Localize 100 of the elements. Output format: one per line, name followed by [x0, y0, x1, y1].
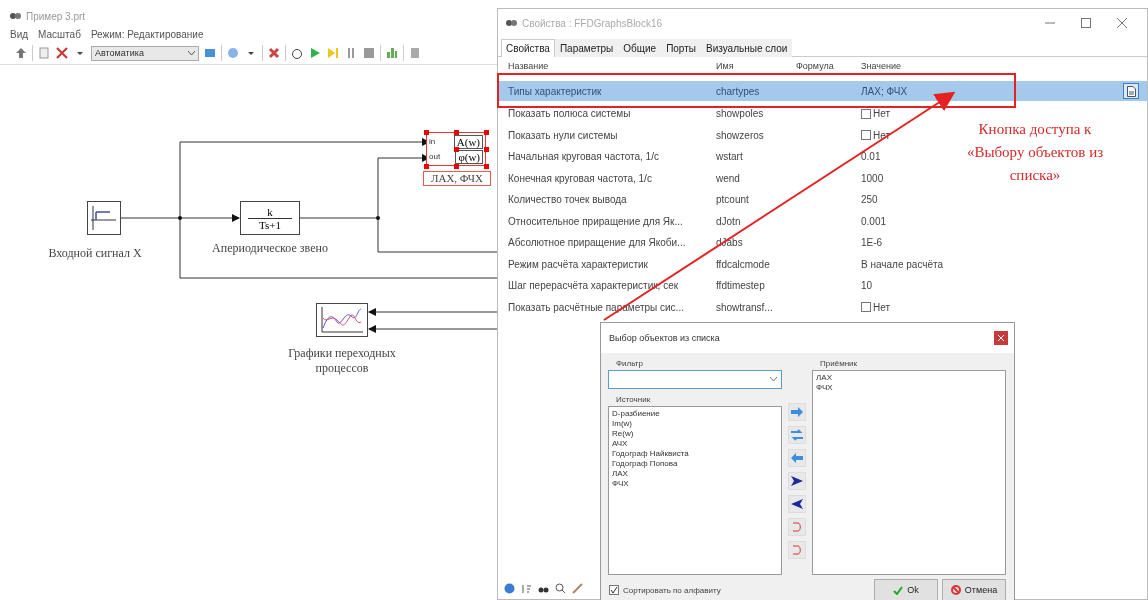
search-icon[interactable] [555, 582, 566, 594]
selection-handle[interactable] [454, 147, 459, 152]
plot-block[interactable] [316, 303, 368, 337]
menu-item[interactable]: Вид [10, 28, 29, 40]
grid-icon[interactable] [203, 46, 217, 60]
table-cell-text: chartypes [715, 85, 761, 97]
tab[interactable]: Параметры [554, 39, 619, 57]
table-cell-text: Показать полюса системы [507, 108, 632, 120]
stop-icon[interactable] [362, 46, 376, 60]
step-icon[interactable] [326, 46, 340, 60]
table-cell-text: showtransf... [715, 301, 774, 313]
list-item[interactable]: ЛАХ [816, 372, 1002, 383]
table-cell-text: showpoles [715, 108, 765, 120]
selection-handle[interactable] [454, 130, 459, 135]
list-item[interactable]: ЛАХ [612, 468, 779, 479]
list-button[interactable] [1123, 83, 1139, 99]
checkbox[interactable] [861, 108, 871, 119]
table-row[interactable]: Количество точек вывода ptcount 250 [498, 189, 976, 211]
list-item[interactable]: Im(w) [612, 418, 779, 429]
tab[interactable]: Визуальные слои [701, 39, 793, 57]
sort-icon[interactable] [521, 582, 532, 594]
selection-handle[interactable] [424, 164, 429, 169]
bar-chart-icon[interactable] [385, 46, 399, 60]
ok-button[interactable]: Ok [874, 579, 938, 600]
selection-handle[interactable] [484, 130, 489, 135]
table-cell-text: ptcount [715, 194, 750, 206]
list-item[interactable]: Re(w) [612, 428, 779, 439]
frequency-chart-block[interactable]: in A(w) out φ(w) [426, 132, 486, 166]
selection-handle[interactable] [454, 164, 459, 169]
denominator: Ts+1 [259, 218, 281, 231]
list-item[interactable]: Годограф Найквиста [612, 448, 779, 459]
list-item[interactable]: ФЧХ [612, 478, 779, 489]
table-cell-text: Показать нули системы [507, 129, 619, 141]
step-source-block[interactable] [87, 201, 121, 235]
field-label: Приёмник [819, 358, 859, 368]
field-label: Источник [615, 394, 652, 404]
table-row[interactable]: Режим расчёта характеристик ffdcalcmode В начале расчёта [498, 253, 976, 275]
list-item[interactable]: АЧХ [612, 438, 779, 449]
table-cell-text: Количество точек вывода [507, 194, 628, 206]
tab[interactable]: Свойства [501, 39, 555, 57]
table-cell-text: Режим расчёта характеристик [507, 258, 649, 270]
close-button[interactable] [994, 330, 1008, 345]
cancel-button[interactable]: Отмена [942, 579, 1006, 600]
window-title: Пример 3.prt [26, 10, 86, 22]
selection-handle[interactable] [484, 147, 489, 152]
column-header: Значение [860, 61, 902, 73]
table-row[interactable]: Относительное приращение для Як... dJotn 0.001 [498, 210, 976, 232]
dialog-title: Выбор объектов из списка [609, 332, 720, 343]
table-cell-text: 1E-6 [860, 237, 884, 249]
menu-item[interactable]: Масштаб [38, 28, 81, 40]
move-right-button[interactable] [788, 402, 807, 421]
move-all-right-button[interactable] [788, 471, 807, 490]
column-header: Имя [715, 61, 735, 73]
checkbox-cell[interactable]: Нет [851, 108, 976, 120]
table-cell-text: Конечная круговая частота, 1/с [507, 172, 653, 184]
filter-field[interactable] [608, 369, 783, 389]
cancel-icon [950, 585, 961, 595]
block-label: ЛАХ, ФЧХ [423, 171, 491, 186]
block-label: Входной сигнал X [47, 246, 143, 261]
help-icon[interactable] [504, 582, 515, 594]
table-cell-text: Относительное приращение для Як... [507, 215, 684, 227]
checkbox[interactable] [609, 585, 619, 595]
up-arrow-icon[interactable] [14, 46, 28, 60]
clear-all-button[interactable] [788, 540, 807, 559]
table-row[interactable]: Типы характеристик chartypes ЛАХ; ФЧХ [498, 81, 1147, 101]
move-all-left-button[interactable] [788, 494, 807, 513]
checkbox-cell[interactable]: Нет [851, 301, 976, 313]
list-item[interactable]: ФЧХ [816, 382, 1002, 393]
list-item[interactable]: D-разбиение [612, 408, 779, 419]
mode-select[interactable]: Автоматика [91, 45, 199, 61]
app-logo-icon [506, 19, 517, 27]
checkbox[interactable] [861, 130, 871, 141]
table-cell-text: Типы характеристик [507, 85, 603, 97]
tab[interactable]: Общие [618, 39, 662, 57]
checkbox-label: Нет [873, 108, 891, 120]
cross-icon[interactable] [267, 46, 281, 60]
table-cell-text: ffdtimestep [715, 280, 766, 292]
port-label: out [429, 152, 441, 161]
table-cell-text: 0.001 [860, 215, 888, 227]
table-cell-text: ffdcalcmode [715, 258, 771, 270]
tab[interactable]: Порты [661, 39, 701, 57]
table-cell-text: wend [715, 172, 741, 184]
table-cell-text: 10 [860, 280, 874, 292]
table-cell-text: 1000 [860, 172, 885, 184]
app-logo-icon [10, 12, 21, 20]
selection-handle[interactable] [484, 164, 489, 169]
column-header: Формула [795, 61, 835, 73]
transfer-function-block[interactable]: k Ts+1 [240, 201, 300, 235]
menu-item[interactable]: Режим: Редактирование [90, 28, 204, 40]
maximize-icon[interactable] [1081, 18, 1091, 28]
table-cell-text: dJotn [715, 215, 742, 227]
caret-icon [188, 50, 195, 56]
swap-button[interactable] [788, 425, 807, 444]
field-label: Фильтр [615, 358, 644, 368]
close-icon[interactable] [1117, 18, 1127, 28]
numerator: k [267, 205, 273, 218]
list-item[interactable]: Годограф Попова [612, 458, 779, 469]
close-icon [998, 334, 1004, 341]
selection-handle[interactable] [424, 130, 429, 135]
checkbox[interactable] [861, 302, 871, 313]
